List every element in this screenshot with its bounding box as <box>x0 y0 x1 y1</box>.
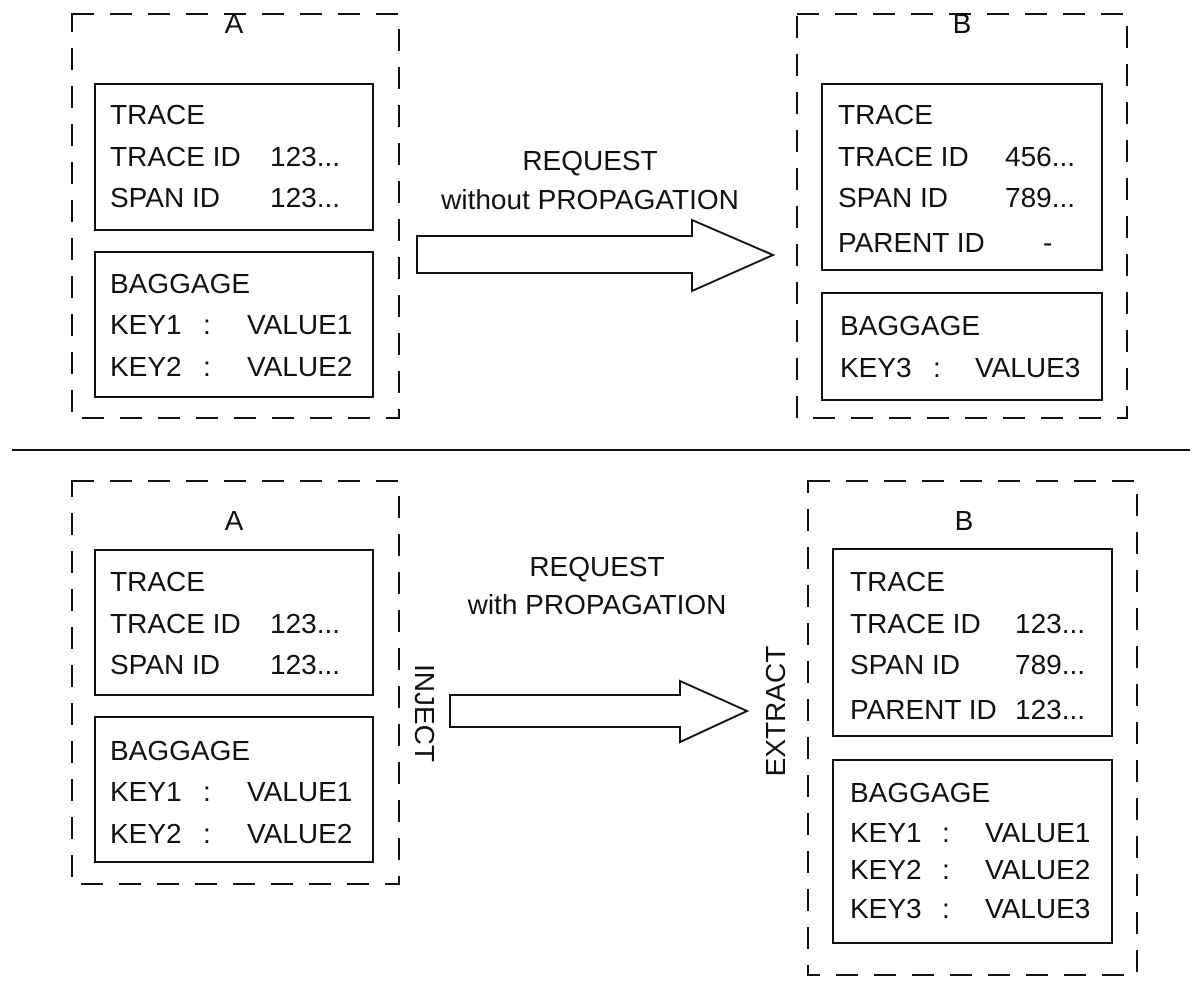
propagation-diagram: A TRACE TRACE ID 123... SPAN ID 123... B… <box>12 8 1190 976</box>
trace-id-label: TRACE ID <box>110 141 241 172</box>
service-label: A <box>225 8 244 39</box>
bottom-service-b: B TRACE TRACE ID 123... SPAN ID 789... P… <box>807 480 1138 976</box>
top-service-b: B TRACE TRACE ID 456... SPAN ID 789... P… <box>796 8 1128 419</box>
baggage-key: KEY3 <box>840 352 912 383</box>
baggage-sep: : <box>203 309 211 340</box>
baggage-sep: : <box>203 818 211 849</box>
top-service-a: A TRACE TRACE ID 123... SPAN ID 123... B… <box>71 8 400 419</box>
trace-title: TRACE <box>110 566 205 597</box>
service-label: A <box>225 505 244 536</box>
parent-id-label: PARENT ID <box>838 227 985 258</box>
span-id-value: 789... <box>1005 182 1075 213</box>
baggage-title: BAGGAGE <box>840 310 980 341</box>
inject-label: INJECT <box>409 664 440 762</box>
baggage-key: KEY2 <box>850 854 922 885</box>
baggage-value: VALUE1 <box>247 309 352 340</box>
arrow-label-line2: with PROPAGATION <box>467 589 727 620</box>
baggage-key: KEY2 <box>110 818 182 849</box>
bottom-service-a: A TRACE TRACE ID 123... SPAN ID 123... B… <box>71 480 400 885</box>
baggage-key: KEY1 <box>110 309 182 340</box>
trace-id-label: TRACE ID <box>838 141 969 172</box>
span-id-value: 789... <box>1015 649 1085 680</box>
baggage-sep: : <box>942 854 950 885</box>
extract-label: EXTRACT <box>760 646 791 777</box>
baggage-value: VALUE2 <box>247 818 352 849</box>
right-arrow-icon <box>449 679 750 744</box>
service-label: B <box>955 505 974 536</box>
bottom-request-arrow: REQUEST with PROPAGATION INJECT EXTRACT <box>409 551 791 776</box>
trace-id-value: 456... <box>1005 141 1075 172</box>
arrow-label-line1: REQUEST <box>522 145 657 176</box>
baggage-value: VALUE2 <box>247 351 352 382</box>
arrow-label-line2: without PROPAGATION <box>440 184 739 215</box>
span-id-label: SPAN ID <box>850 649 960 680</box>
baggage-value: VALUE1 <box>985 817 1090 848</box>
baggage-key: KEY2 <box>110 351 182 382</box>
span-id-value: 123... <box>270 182 340 213</box>
baggage-value: VALUE3 <box>985 893 1090 924</box>
baggage-title: BAGGAGE <box>850 777 990 808</box>
baggage-key: KEY3 <box>850 893 922 924</box>
span-id-label: SPAN ID <box>110 649 220 680</box>
trace-id-label: TRACE ID <box>110 608 241 639</box>
baggage-key: KEY1 <box>850 817 922 848</box>
span-id-label: SPAN ID <box>838 182 948 213</box>
baggage-sep: : <box>203 351 211 382</box>
trace-title: TRACE <box>838 99 933 130</box>
baggage-sep: : <box>933 352 941 383</box>
right-arrow-icon <box>416 218 776 293</box>
baggage-value: VALUE3 <box>975 352 1080 383</box>
baggage-sep: : <box>203 776 211 807</box>
baggage-value: VALUE1 <box>247 776 352 807</box>
baggage-title: BAGGAGE <box>110 268 250 299</box>
parent-id-value: - <box>1043 227 1052 258</box>
top-request-arrow: REQUEST without PROPAGATION <box>416 145 776 293</box>
trace-id-value: 123... <box>1015 608 1085 639</box>
trace-id-value: 123... <box>270 141 340 172</box>
baggage-value: VALUE2 <box>985 854 1090 885</box>
span-id-label: SPAN ID <box>110 182 220 213</box>
trace-title: TRACE <box>110 99 205 130</box>
parent-id-label: PARENT ID <box>850 694 997 725</box>
baggage-title: BAGGAGE <box>110 735 250 766</box>
baggage-sep: : <box>942 817 950 848</box>
service-label: B <box>953 8 972 39</box>
baggage-key: KEY1 <box>110 776 182 807</box>
trace-title: TRACE <box>850 566 945 597</box>
parent-id-value: 123... <box>1015 694 1085 725</box>
trace-id-value: 123... <box>270 608 340 639</box>
arrow-label-line1: REQUEST <box>529 551 664 582</box>
span-id-value: 123... <box>270 649 340 680</box>
trace-id-label: TRACE ID <box>850 608 981 639</box>
baggage-sep: : <box>942 893 950 924</box>
